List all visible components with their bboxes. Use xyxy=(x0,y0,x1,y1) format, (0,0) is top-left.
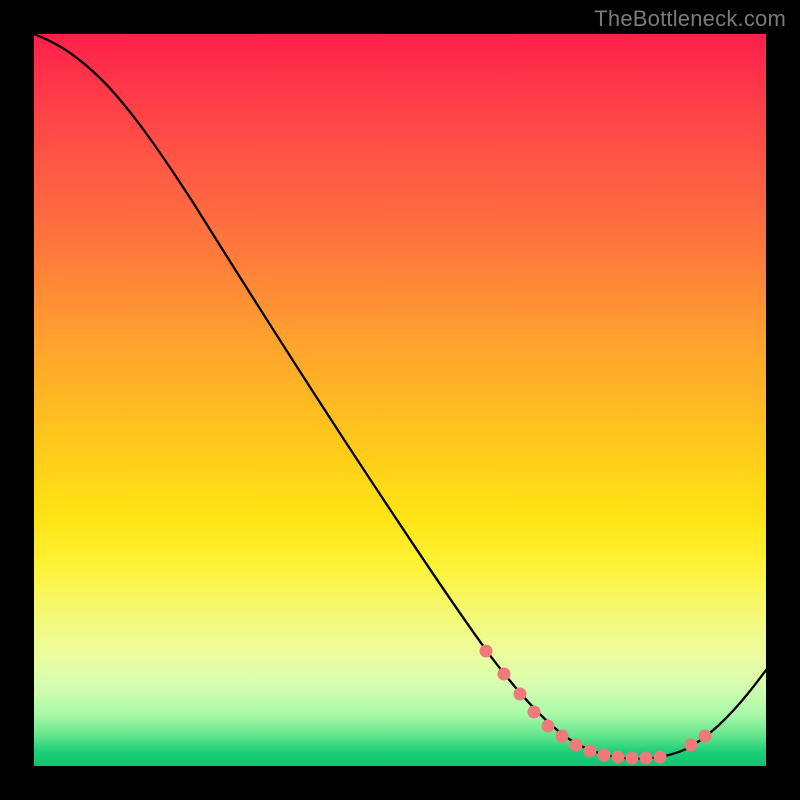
bottleneck-curve-svg xyxy=(34,34,766,766)
chart-frame: TheBottleneck.com xyxy=(0,0,800,800)
watermark-text: TheBottleneck.com xyxy=(594,6,786,32)
marker-dot xyxy=(528,706,541,719)
marker-dot xyxy=(626,752,639,765)
marker-dot xyxy=(699,730,712,743)
plot-area xyxy=(34,34,766,766)
bottleneck-curve xyxy=(34,34,766,759)
marker-dot xyxy=(654,751,667,764)
marker-dot xyxy=(640,752,653,765)
marker-dot xyxy=(570,739,583,752)
marker-dot xyxy=(480,645,493,658)
marker-dot xyxy=(498,668,511,681)
marker-dot xyxy=(514,688,527,701)
marker-dot xyxy=(584,745,597,758)
marker-dot xyxy=(598,749,611,762)
marker-dot xyxy=(556,730,569,743)
marker-group xyxy=(480,645,712,765)
marker-dot xyxy=(542,720,555,733)
marker-dot xyxy=(685,739,698,752)
marker-dot xyxy=(612,751,625,764)
